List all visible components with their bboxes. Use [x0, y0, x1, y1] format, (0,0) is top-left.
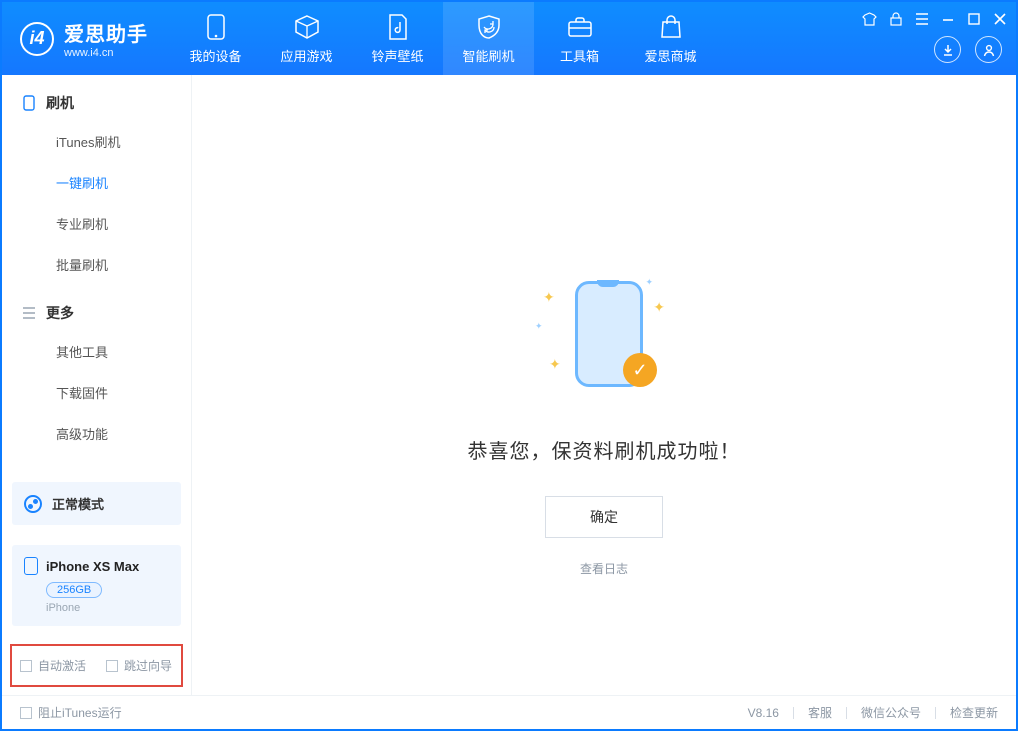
- top-tabs: 我的设备 应用游戏 铃声壁纸 智能刷机: [170, 2, 716, 75]
- checkbox-icon: [20, 660, 32, 672]
- phone-small-icon: [22, 96, 36, 110]
- app-brand: i4 爱思助手 www.i4.cn: [2, 18, 170, 59]
- check-badge-icon: ✓: [623, 353, 657, 387]
- sparkle-icon: ✦: [549, 356, 561, 373]
- support-link[interactable]: 客服: [808, 704, 832, 721]
- titlebar-actions: [934, 36, 1002, 63]
- view-log-link[interactable]: 查看日志: [580, 560, 628, 577]
- sidebar-item-advanced[interactable]: 高级功能: [2, 413, 191, 454]
- capacity-badge: 256GB: [46, 582, 102, 598]
- tab-label: 爱思商城: [644, 46, 696, 65]
- checkbox-icon: [106, 660, 118, 672]
- device-mode-card[interactable]: 正常模式: [12, 482, 181, 525]
- maximize-button[interactable]: [965, 10, 982, 27]
- sparkle-icon: ✦: [543, 289, 555, 306]
- tab-label: 智能刷机: [462, 46, 514, 65]
- shirt-icon[interactable]: [861, 10, 878, 27]
- refresh-shield-icon: [475, 13, 503, 41]
- tab-label: 应用游戏: [280, 46, 332, 65]
- section-flash-header: 刷机: [2, 75, 191, 121]
- wechat-link[interactable]: 微信公众号: [861, 704, 921, 721]
- device-subtitle: iPhone: [46, 602, 169, 614]
- toolbox-icon: [566, 13, 594, 41]
- sidebar-item-other-tools[interactable]: 其他工具: [2, 331, 191, 372]
- tab-ringtones[interactable]: 铃声壁纸: [352, 2, 443, 75]
- minimize-button[interactable]: [939, 10, 956, 27]
- checkbox-label: 自动激活: [38, 657, 86, 674]
- tab-my-device[interactable]: 我的设备: [170, 2, 261, 75]
- tab-store[interactable]: 爱思商城: [625, 2, 716, 75]
- sidebar-item-batch-flash[interactable]: 批量刷机: [2, 244, 191, 285]
- lock-icon[interactable]: [887, 10, 904, 27]
- mode-icon: [24, 495, 42, 513]
- tab-label: 工具箱: [560, 46, 599, 65]
- sidebar-item-onekey-flash[interactable]: 一键刷机: [2, 162, 191, 203]
- device-card[interactable]: iPhone XS Max 256GB iPhone: [12, 545, 181, 626]
- tab-smart-flash[interactable]: 智能刷机: [443, 2, 534, 75]
- section-more-header: 更多: [2, 285, 191, 331]
- phone-icon: [202, 13, 230, 41]
- checkbox-icon: [20, 707, 32, 719]
- phone-notch: [597, 280, 619, 287]
- checkbox-label: 阻止iTunes运行: [38, 704, 122, 721]
- cube-icon: [293, 13, 321, 41]
- checkbox-label: 跳过向导: [124, 657, 172, 674]
- divider: [935, 707, 936, 719]
- close-button[interactable]: [991, 10, 1008, 27]
- status-bar: 阻止iTunes运行 V8.16 客服 微信公众号 检查更新: [2, 695, 1016, 729]
- success-illustration: ✦ ✦ ✦ ✦ ✦ ✓: [529, 275, 679, 395]
- check-update-link[interactable]: 检查更新: [950, 704, 998, 721]
- main-content: ✦ ✦ ✦ ✦ ✦ ✓ 恭喜您，保资料刷机成功啦！ 确定 查看日志: [192, 75, 1016, 695]
- user-account-button[interactable]: [975, 36, 1002, 63]
- sidebar-item-download-firmware[interactable]: 下载固件: [2, 372, 191, 413]
- brand-en: www.i4.cn: [64, 47, 148, 59]
- checkbox-auto-activate[interactable]: 自动激活: [20, 657, 86, 674]
- version-label: V8.16: [748, 706, 779, 720]
- list-small-icon: [22, 306, 36, 320]
- mode-label: 正常模式: [52, 494, 104, 513]
- window-controls: [861, 10, 1008, 27]
- checkbox-skip-guide[interactable]: 跳过向导: [106, 657, 172, 674]
- sidebar: 刷机 iTunes刷机 一键刷机 专业刷机 批量刷机 更多 其他工具 下载固件 …: [2, 75, 192, 695]
- tab-apps-games[interactable]: 应用游戏: [261, 2, 352, 75]
- tab-toolbox[interactable]: 工具箱: [534, 2, 625, 75]
- sidebar-item-itunes-flash[interactable]: iTunes刷机: [2, 121, 191, 162]
- brand-cn: 爱思助手: [64, 18, 148, 47]
- sidebar-item-pro-flash[interactable]: 专业刷机: [2, 203, 191, 244]
- sparkle-icon: ✦: [535, 321, 543, 332]
- section-title: 刷机: [46, 93, 74, 113]
- divider: [793, 707, 794, 719]
- result-title: 恭喜您，保资料刷机成功啦！: [468, 435, 741, 464]
- music-file-icon: [384, 13, 412, 41]
- bag-icon: [657, 13, 685, 41]
- brand-text: 爱思助手 www.i4.cn: [64, 18, 148, 59]
- ok-button[interactable]: 确定: [545, 496, 663, 538]
- tab-label: 铃声壁纸: [371, 46, 423, 65]
- section-title: 更多: [46, 303, 74, 323]
- sparkle-icon: ✦: [653, 299, 665, 316]
- sparkle-icon: ✦: [645, 277, 653, 288]
- checkbox-block-itunes[interactable]: 阻止iTunes运行: [20, 704, 122, 721]
- tab-label: 我的设备: [189, 46, 241, 65]
- titlebar: i4 爱思助手 www.i4.cn 我的设备 应用游戏: [2, 2, 1016, 75]
- device-name: iPhone XS Max: [46, 559, 139, 574]
- brand-logo-icon: i4: [20, 22, 54, 56]
- download-button[interactable]: [934, 36, 961, 63]
- bottom-options-highlight: 自动激活 跳过向导: [10, 644, 183, 687]
- phone-icon: [24, 557, 38, 575]
- menu-icon[interactable]: [913, 10, 930, 27]
- divider: [846, 707, 847, 719]
